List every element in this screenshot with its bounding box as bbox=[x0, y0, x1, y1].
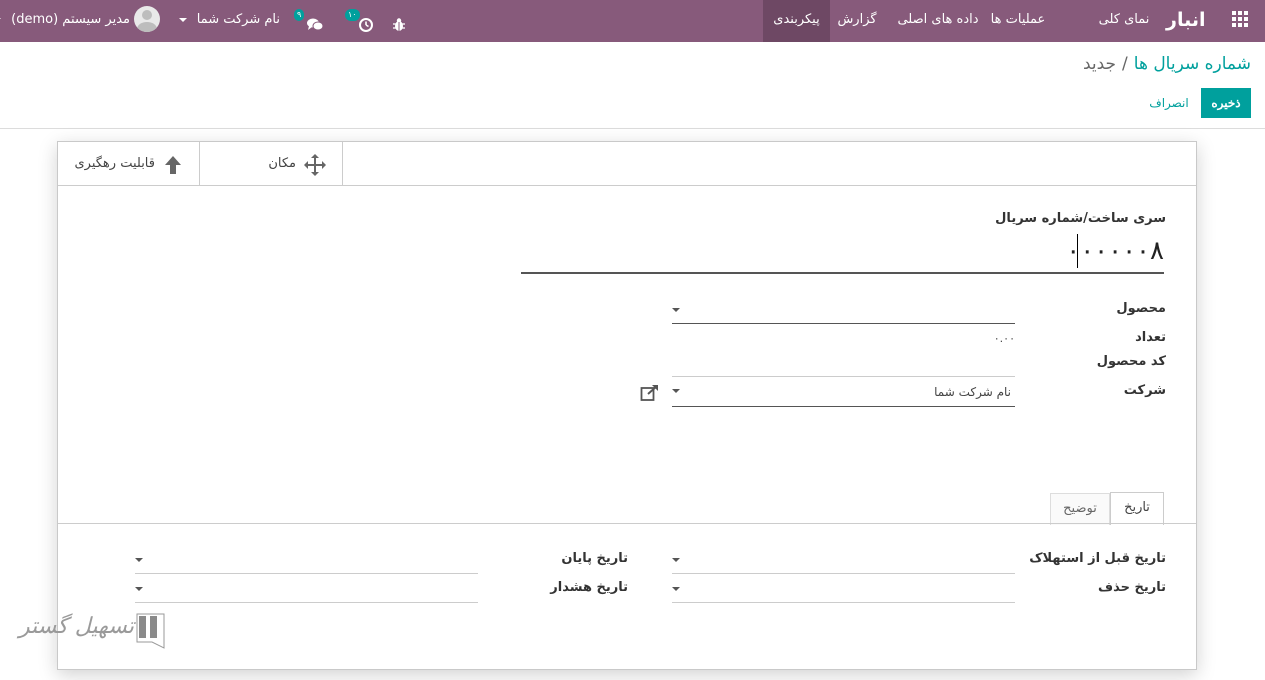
avatar[interactable] bbox=[134, 6, 160, 32]
breadcrumb-parent[interactable]: شماره سریال ها bbox=[1134, 54, 1251, 74]
breadcrumb-separator: / bbox=[1122, 54, 1128, 74]
product-code-label: کد محصول bbox=[1096, 354, 1166, 369]
chevron-down-icon bbox=[178, 17, 187, 22]
breadcrumb-current: جدید bbox=[1082, 54, 1117, 74]
activities-badge: ۱۰ bbox=[345, 9, 360, 21]
chevron-down-icon bbox=[135, 558, 143, 562]
arrow-up-icon bbox=[165, 156, 181, 174]
external-link-icon[interactable] bbox=[640, 384, 660, 402]
tabs-divider bbox=[58, 523, 1196, 524]
removal-label: تاریخ حذف bbox=[1097, 580, 1166, 595]
quantity-value: ۰.۰۰ bbox=[993, 332, 1015, 345]
user-name: مدیر سیستم (demo) bbox=[11, 12, 130, 27]
chevron-down-icon bbox=[135, 587, 143, 591]
breadcrumb: شماره سریال ها /جدید bbox=[1083, 54, 1251, 74]
clock-icon[interactable] bbox=[358, 10, 374, 32]
smart-button-bar: قابلیت رهگیری مکان bbox=[58, 142, 1196, 186]
product-label: محصول bbox=[1116, 301, 1166, 316]
removal-underline bbox=[672, 602, 1015, 603]
end-date-label: تاریخ پایان bbox=[561, 551, 628, 566]
discard-button[interactable]: انصراف bbox=[1144, 88, 1194, 118]
chevron-down-icon bbox=[0, 17, 1, 22]
serial-value: ۰۰۰۰۰۰۸ bbox=[1066, 236, 1164, 266]
messages-badge: ۹ bbox=[294, 9, 305, 21]
move-arrows-icon bbox=[304, 154, 326, 176]
app-brand[interactable]: انبار bbox=[1166, 0, 1205, 42]
chat-icon[interactable] bbox=[306, 10, 324, 31]
menu-master-data[interactable]: داده های اصلی bbox=[890, 0, 986, 42]
chevron-down-icon bbox=[672, 389, 680, 393]
end-date-input[interactable] bbox=[135, 550, 478, 574]
company-switcher-label: نام شرکت شما bbox=[196, 12, 280, 27]
chevron-down-icon bbox=[672, 308, 680, 312]
company-underline bbox=[672, 406, 1015, 407]
company-value: نام شرکت شما bbox=[934, 385, 1011, 399]
best-before-underline bbox=[672, 573, 1015, 574]
company-top-line bbox=[672, 376, 1015, 377]
save-button[interactable]: ذخیره bbox=[1201, 88, 1251, 118]
tab-date[interactable]: تاریخ bbox=[1110, 492, 1164, 525]
menu-overview[interactable]: نمای کلی bbox=[1096, 0, 1152, 42]
top-navbar: انبار نمای کلی عملیات ها داده های اصلی گ… bbox=[0, 0, 1265, 42]
alert-date-input[interactable] bbox=[135, 579, 478, 603]
user-menu[interactable]: مدیر سیستم (demo) bbox=[0, 0, 130, 42]
location-label: مکان bbox=[268, 156, 296, 171]
divider bbox=[0, 128, 1265, 129]
chevron-down-icon bbox=[672, 558, 680, 562]
menu-configuration[interactable]: پیکربندی bbox=[763, 0, 830, 42]
end-date-underline bbox=[135, 573, 478, 574]
alert-date-label: تاریخ هشدار bbox=[550, 580, 628, 595]
company-select[interactable]: نام شرکت شما bbox=[672, 381, 1015, 405]
serial-input[interactable]: ۰۰۰۰۰۰۸ bbox=[521, 231, 1164, 274]
product-select[interactable] bbox=[672, 300, 1015, 324]
menu-reporting[interactable]: گزارش bbox=[835, 0, 879, 42]
menu-operations[interactable]: عملیات ها bbox=[990, 0, 1046, 42]
alert-date-underline bbox=[135, 602, 478, 603]
location-button[interactable]: مکان bbox=[200, 142, 343, 186]
traceability-button[interactable]: قابلیت رهگیری bbox=[58, 142, 200, 186]
traceability-label: قابلیت رهگیری bbox=[74, 156, 155, 171]
chevron-down-icon bbox=[672, 587, 680, 591]
best-before-label: تاریخ قبل از استهلاک bbox=[1029, 551, 1166, 566]
watermark-logo: تسهیل گستر bbox=[18, 612, 172, 657]
form-sheet: قابلیت رهگیری مکان سری ساخت/شماره سریال … bbox=[57, 141, 1197, 670]
best-before-input[interactable] bbox=[672, 550, 1015, 574]
serial-label: سری ساخت/شماره سریال bbox=[995, 211, 1166, 226]
company-label: شرکت bbox=[1123, 383, 1166, 398]
watermark-text: تسهیل گستر bbox=[18, 614, 134, 639]
tab-description[interactable]: توضیح bbox=[1050, 493, 1110, 525]
bug-icon[interactable] bbox=[392, 10, 406, 31]
apps-icon[interactable] bbox=[1232, 11, 1250, 29]
quantity-label: تعداد bbox=[1135, 330, 1166, 345]
removal-input[interactable] bbox=[672, 579, 1015, 603]
company-switcher[interactable]: نام شرکت شما bbox=[178, 0, 280, 42]
product-underline bbox=[672, 323, 1015, 324]
